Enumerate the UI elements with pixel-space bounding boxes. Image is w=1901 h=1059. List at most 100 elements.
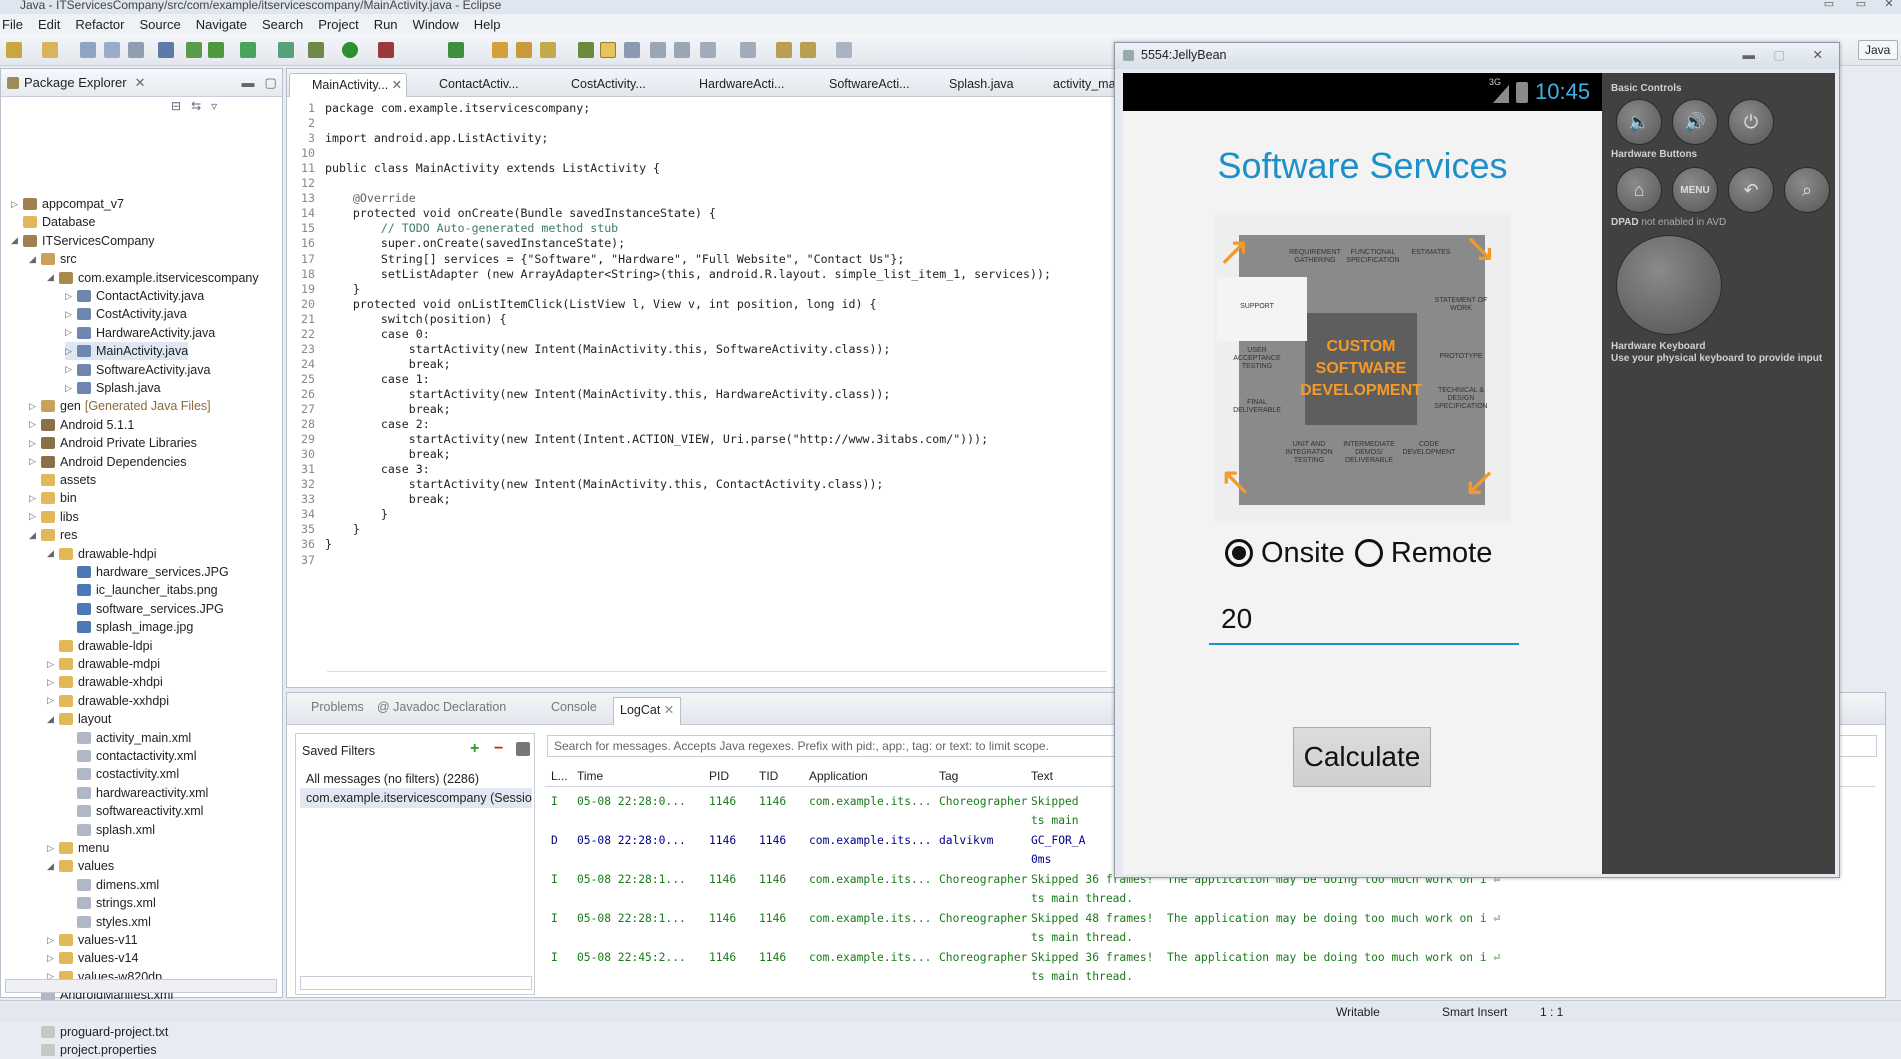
tree-item[interactable]: strings.xml: [65, 894, 156, 912]
tree-item[interactable]: ◢ ITServicesCompany: [11, 232, 155, 250]
menu-navigate[interactable]: Navigate: [196, 17, 247, 32]
tree-item[interactable]: ◢ res: [29, 526, 77, 544]
print-icon[interactable]: [128, 42, 144, 58]
tree-item[interactable]: ▷ CostActivity.java: [65, 305, 187, 323]
new-icon[interactable]: [6, 42, 22, 58]
expand-toggle-icon[interactable]: ▷: [65, 291, 75, 302]
maximize-view-icon[interactable]: ▢: [265, 75, 277, 91]
menu-refactor[interactable]: Refactor: [75, 17, 124, 32]
close-icon[interactable]: ✕: [1878, 0, 1900, 10]
tree-item[interactable]: hardware_services.JPG: [65, 563, 229, 581]
tree-item[interactable]: ▷ menu: [47, 839, 109, 857]
tree-item[interactable]: ◢ values: [47, 857, 114, 875]
expand-toggle-icon[interactable]: ▷: [29, 493, 39, 504]
tree-item[interactable]: ▷ ContactActivity.java: [65, 287, 204, 305]
tree-item[interactable]: softwareactivity.xml: [65, 802, 203, 820]
radio-onsite[interactable]: [1225, 539, 1253, 567]
tree-item[interactable]: ▷ appcompat_v7: [11, 195, 124, 213]
show-whitespace-icon[interactable]: [650, 42, 666, 58]
tree-item[interactable]: splash.xml: [65, 821, 155, 839]
tree-item[interactable]: ▷ MainActivity.java: [65, 342, 189, 361]
tab-contact-activity[interactable]: ContactActiv...: [417, 73, 519, 97]
menu-project[interactable]: Project: [318, 17, 358, 32]
expand-toggle-icon[interactable]: ▷: [29, 511, 39, 522]
expand-toggle-icon[interactable]: ▷: [47, 935, 57, 946]
expand-toggle-icon[interactable]: ▷: [47, 953, 57, 964]
new-java-project-icon[interactable]: [492, 42, 508, 58]
calculate-button[interactable]: Calculate: [1293, 727, 1431, 787]
filter-session[interactable]: com.example.itservicescompany (Session: [300, 788, 532, 808]
tab-software-activity[interactable]: SoftwareActi...: [807, 73, 910, 97]
tree-item[interactable]: contactactivity.xml: [65, 747, 197, 765]
tree-item[interactable]: ▷ gen [Generated Java Files]: [29, 397, 211, 415]
expand-toggle-icon[interactable]: ▷: [47, 695, 57, 706]
tree-item[interactable]: software_services.JPG: [65, 600, 224, 618]
save-icon[interactable]: [80, 42, 96, 58]
external-tools-icon[interactable]: [378, 42, 394, 58]
menu-run[interactable]: Run: [374, 17, 398, 32]
perspective-java[interactable]: Java: [1858, 40, 1898, 60]
annotation-prev-icon[interactable]: [740, 42, 756, 58]
back-icon[interactable]: [776, 42, 792, 58]
col-application[interactable]: Application: [809, 769, 868, 783]
tree-item[interactable]: splash_image.jpg: [65, 618, 193, 636]
download-icon[interactable]: [186, 42, 202, 58]
tree-item[interactable]: ▷ HardwareActivity.java: [65, 324, 215, 342]
tree-item[interactable]: ▷ values-v14: [47, 949, 138, 967]
tree-item[interactable]: ▷ Android Dependencies: [29, 453, 186, 471]
tree-item[interactable]: ▷ Splash.java: [65, 379, 161, 397]
tab-cost-activity[interactable]: CostActivity...: [549, 73, 646, 97]
menu-help[interactable]: Help: [474, 17, 501, 32]
tree-item[interactable]: ▷ values-v11: [47, 931, 138, 949]
expand-toggle-icon[interactable]: ▷: [47, 843, 57, 854]
expand-toggle-icon[interactable]: ▷: [65, 309, 75, 320]
highlight-icon[interactable]: [600, 42, 616, 58]
collapse-all-icon[interactable]: ⊟: [171, 99, 181, 115]
debug-icon[interactable]: [308, 42, 324, 58]
tree-item[interactable]: ◢ com.example.itservicescompany: [47, 269, 259, 287]
tab-main-activity[interactable]: MainActivity... ✕: [289, 73, 407, 97]
col-level[interactable]: L...: [551, 769, 568, 783]
col-pid[interactable]: PID: [709, 769, 729, 783]
tree-item[interactable]: ◢ src: [29, 250, 77, 268]
coverage-icon[interactable]: [448, 42, 464, 58]
tab-splash[interactable]: Splash.java: [927, 73, 1014, 97]
add-filter-icon[interactable]: +: [470, 740, 479, 758]
menu-edit[interactable]: Edit: [38, 17, 60, 32]
tree-item[interactable]: assets: [29, 471, 96, 489]
run-icon[interactable]: [342, 42, 358, 58]
tree-item[interactable]: ▷ libs: [29, 508, 79, 526]
filter-all-messages[interactable]: All messages (no filters) (2286): [306, 772, 479, 786]
code-area[interactable]: 1 package com.example.itservicescompany; 2…: [287, 99, 1117, 659]
tree-item[interactable]: dimens.xml: [65, 876, 159, 894]
expand-toggle-icon[interactable]: ▷: [29, 456, 39, 467]
tree-item[interactable]: ▷ Android 5.1.1: [29, 416, 134, 434]
search-icon[interactable]: [578, 42, 594, 58]
expand-toggle-icon[interactable]: ▷: [29, 401, 39, 412]
wand-icon[interactable]: [158, 42, 174, 58]
expand-toggle-icon[interactable]: ▷: [47, 659, 57, 670]
menu-search[interactable]: Search: [262, 17, 303, 32]
check-icon[interactable]: [240, 42, 256, 58]
tree-item[interactable]: proguard-project.txt: [29, 1023, 168, 1041]
radio-remote[interactable]: [1354, 539, 1383, 567]
open-type-icon[interactable]: [540, 42, 556, 58]
tree-item[interactable]: ic_launcher_itabs.png: [65, 581, 218, 599]
expand-toggle-icon[interactable]: ▷: [65, 327, 75, 338]
pin-icon[interactable]: [624, 42, 640, 58]
expand-toggle-icon[interactable]: ◢: [47, 714, 57, 725]
expand-toggle-icon[interactable]: ◢: [11, 235, 21, 246]
quantity-input[interactable]: 20: [1209, 603, 1519, 645]
tab-problems[interactable]: Problems: [311, 700, 364, 714]
tab-hardware-activity[interactable]: HardwareActi...: [677, 73, 784, 97]
emu-close-icon[interactable]: ✕: [1813, 43, 1823, 67]
expand-toggle-icon[interactable]: ◢: [29, 530, 39, 541]
android-sdk-icon[interactable]: [208, 42, 224, 58]
link-editor-icon[interactable]: ⇆: [191, 99, 201, 115]
block-selection-icon[interactable]: [674, 42, 690, 58]
expand-toggle-icon[interactable]: ▷: [65, 383, 75, 394]
view-menu-icon[interactable]: ▿: [211, 99, 217, 115]
expand-toggle-icon[interactable]: ◢: [29, 254, 39, 265]
tree-item[interactable]: ▷ SoftwareActivity.java: [65, 361, 210, 379]
power-icon[interactable]: ⏻: [1728, 99, 1774, 145]
